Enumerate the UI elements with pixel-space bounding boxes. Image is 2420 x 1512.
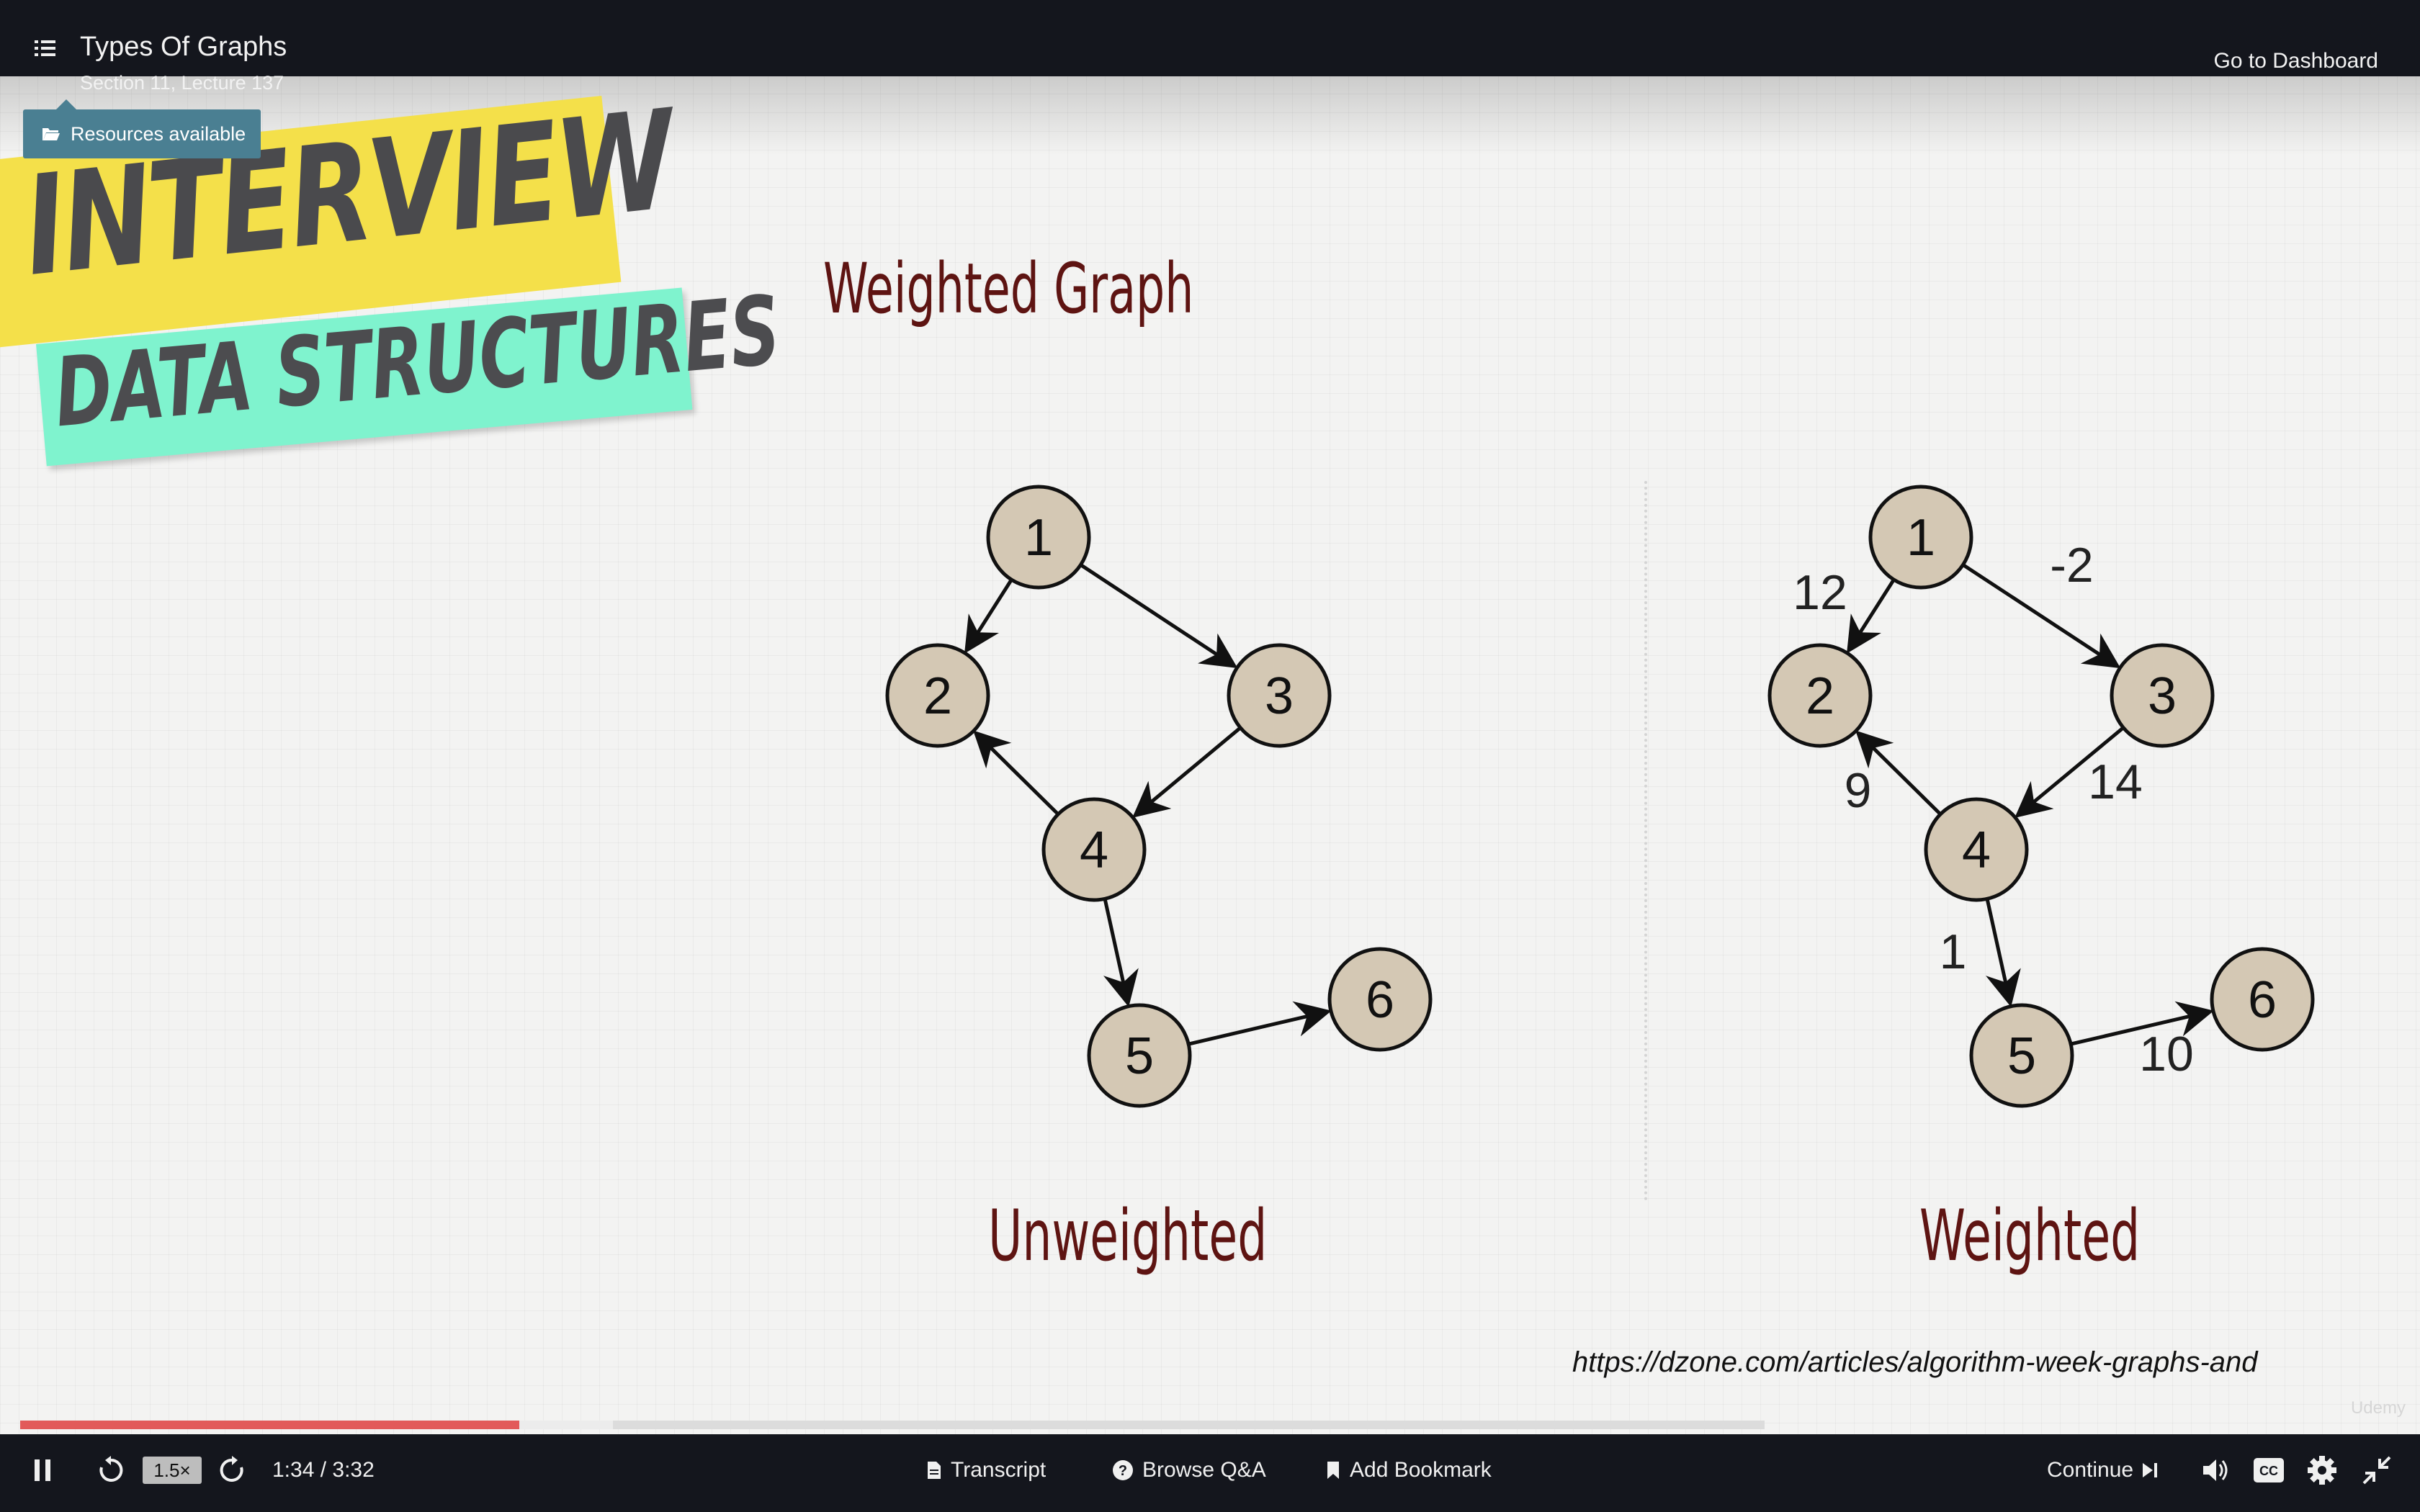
browse-qa-button[interactable]: ? Browse Q&A [1112, 1456, 1266, 1485]
exit-fullscreen-icon[interactable] [2361, 1454, 2393, 1486]
playback-speed-button[interactable]: 1.5× [143, 1457, 202, 1484]
source-url: https://dzone.com/articles/algorithm-wee… [1572, 1346, 2258, 1378]
weighted-node-label-4: 4 [1962, 822, 1991, 879]
rewind-icon[interactable] [97, 1456, 125, 1485]
udemy-watermark: Udemy [2350, 1398, 2406, 1418]
weighted-node-label-3: 3 [2148, 667, 2177, 725]
weighted-edge-1-3 [1962, 563, 2121, 669]
weighted-weight-1-2: 12 [1793, 565, 1847, 620]
svg-text:?: ? [1119, 1463, 1127, 1479]
browse-qa-label: Browse Q&A [1142, 1458, 1266, 1482]
caption-unweighted: Unweighted [988, 1195, 1268, 1277]
pause-icon[interactable] [32, 1457, 53, 1483]
add-bookmark-label: Add Bookmark [1350, 1458, 1492, 1482]
weighted-weight-4-5: 1 [1940, 924, 1967, 979]
unweighted-node-label-5: 5 [1125, 1027, 1154, 1085]
question-circle-icon: ? [1113, 1460, 1133, 1480]
volume-icon[interactable] [2201, 1456, 2231, 1485]
skip-next-icon [2143, 1463, 2158, 1477]
weighted-weight-4-2: 9 [1845, 763, 1872, 818]
document-icon [928, 1462, 941, 1479]
unweighted-graph: 1 2 3 4 5 6 [885, 485, 1433, 1108]
weighted-node-label-6: 6 [2248, 971, 2277, 1029]
unweighted-node-label-1: 1 [1024, 509, 1053, 567]
weighted-weight-1-3: -2 [2050, 538, 2093, 593]
weighted-node-label-5: 5 [2007, 1027, 2036, 1085]
unweighted-edge-1-3 [1080, 563, 1238, 669]
transcript-button[interactable]: Transcript [926, 1456, 1046, 1485]
unweighted-node-label-3: 3 [1265, 667, 1294, 725]
closed-captions-icon[interactable]: CC [2253, 1457, 2285, 1483]
weighted-edge-4-5 [1985, 898, 2021, 1007]
weighted-weight-5-6: 10 [2139, 1027, 2194, 1081]
bookmark-icon [1327, 1462, 1339, 1479]
unweighted-edge-4-2 [973, 730, 1059, 816]
unweighted-node-label-6: 6 [1366, 971, 1394, 1029]
graphs-diagram: 12 3456 12 -214911012 3456 [885, 485, 2315, 1108]
unweighted-edge-4-5 [1103, 898, 1139, 1007]
unweighted-edge-3-4 [1132, 726, 1242, 818]
continue-button[interactable]: Continue [2047, 1456, 2159, 1485]
progress-fill [20, 1421, 519, 1429]
add-bookmark-button[interactable]: Add Bookmark [1325, 1456, 1492, 1485]
weighted-weight-3-4: 14 [2088, 755, 2143, 809]
weighted-edge-1-2 [1847, 578, 1896, 654]
continue-label: Continue [2047, 1458, 2134, 1482]
unweighted-edge-1-2 [964, 578, 1013, 654]
svg-text:CC: CC [2259, 1464, 2278, 1478]
unweighted-node-label-2: 2 [923, 667, 952, 725]
weighted-node-label-1: 1 [1906, 509, 1935, 567]
weighted-graph: 12 -214911012 3456 [1767, 485, 2315, 1108]
time-display: 1:34 / 3:32 [272, 1458, 375, 1482]
progress-bar[interactable] [20, 1421, 1765, 1429]
weighted-node-label-2: 2 [1806, 667, 1834, 725]
settings-gear-icon[interactable] [2306, 1454, 2338, 1486]
transcript-label: Transcript [951, 1458, 1047, 1482]
forward-icon[interactable] [218, 1456, 246, 1485]
unweighted-node-label-4: 4 [1080, 822, 1108, 879]
unweighted-edge-5-6 [1188, 1001, 1332, 1046]
caption-weighted: Weighted [1919, 1195, 2141, 1277]
